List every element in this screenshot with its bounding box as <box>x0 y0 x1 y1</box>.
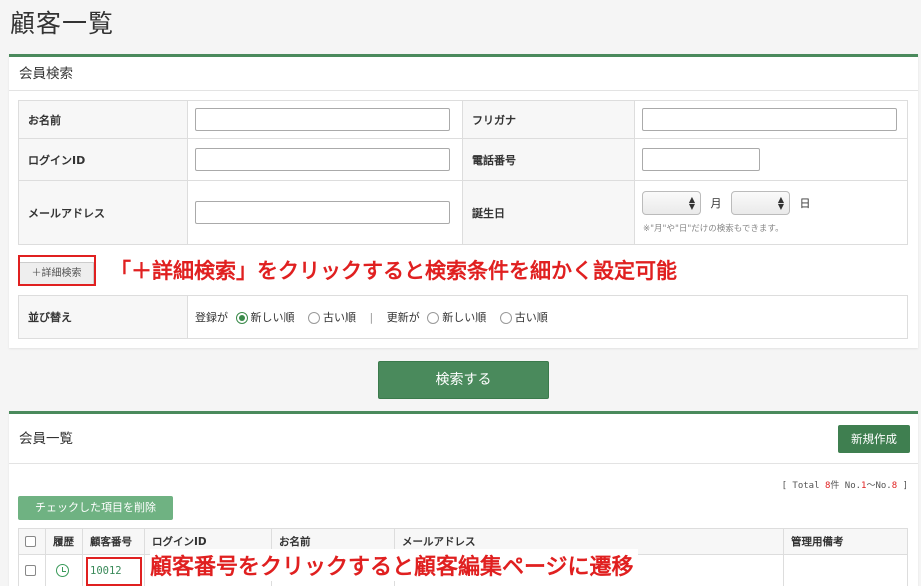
sort-updated-newest-radio[interactable] <box>427 312 440 324</box>
birthday-day-select[interactable]: ▲ ▼ <box>731 191 790 215</box>
member-search-panel: 会員検索 お名前 フリガナ ログインID 電話番号 メールアドレス 誕生日 ▲ ▼… <box>9 54 918 348</box>
delete-checked-button[interactable]: チェックした項目を削除 <box>18 496 173 520</box>
col-customer-number: 顧客番号 <box>82 528 145 555</box>
furigana-label: フリガナ <box>462 100 635 139</box>
sort-label: 並び替え <box>18 295 188 339</box>
member-list-header: 会員一覧 <box>9 414 918 464</box>
chevron-updown-icon: ▲ ▼ <box>688 195 695 211</box>
customer-number-annotation: 顧客番号をクリックすると顧客編集ページに遷移 <box>150 549 638 581</box>
email-input[interactable] <box>195 201 450 224</box>
select-all-cell <box>18 528 46 555</box>
history-clock-icon[interactable] <box>56 564 69 577</box>
sort-updated-label: 更新が <box>386 311 420 324</box>
login-id-label: ログインID <box>18 138 188 181</box>
sort-registered-oldest-radio[interactable] <box>308 312 320 324</box>
search-form-table: お名前 フリガナ ログインID 電話番号 メールアドレス 誕生日 ▲ ▼ 月 ▲ ▼… <box>18 100 908 245</box>
furigana-input[interactable] <box>642 108 897 131</box>
sort-updated-oldest-label: 古い順 <box>514 311 548 324</box>
email-label: メールアドレス <box>18 180 188 245</box>
phone-input[interactable] <box>642 148 760 171</box>
col-admin-notes: 管理用備考 <box>783 528 908 555</box>
sort-updated-oldest-radio[interactable] <box>499 312 512 324</box>
name-input[interactable] <box>195 108 450 131</box>
sort-registered-label: 登録が <box>195 311 228 324</box>
login-id-input[interactable] <box>195 148 450 171</box>
select-all-checkbox[interactable] <box>25 536 36 547</box>
chevron-updown-icon: ▲ ▼ <box>777 195 784 211</box>
sort-registered-oldest-label: 古い順 <box>323 311 356 324</box>
advanced-search-annotation: 「＋詳細検索」をクリックすると検索条件を細かく設定可能 <box>110 259 677 283</box>
phone-label: 電話番号 <box>462 138 635 181</box>
sort-updated-newest-label: 新しい順 <box>442 311 487 324</box>
advanced-search-highlight <box>18 255 96 286</box>
day-unit: 日 <box>799 197 811 210</box>
sort-registered-newest-label: 新しい順 <box>250 311 295 324</box>
sort-divider: | <box>369 311 374 324</box>
customer-number-highlight <box>86 557 142 586</box>
page-title: 顧客一覧 <box>10 9 115 38</box>
sort-registered-newest-radio[interactable] <box>235 312 248 324</box>
new-customer-button[interactable]: 新規作成 <box>838 425 910 453</box>
sort-table: 並び替え 登録が 新しい順 古い順 | 更新が 新しい順 古い順 <box>18 295 908 339</box>
row-checkbox[interactable] <box>25 565 36 576</box>
birthday-month-select[interactable]: ▲ ▼ <box>642 191 701 215</box>
birthday-label: 誕生日 <box>462 180 635 245</box>
birthday-note: ※"月"や"日"だけの検索もできます。 <box>643 224 784 234</box>
name-label: お名前 <box>18 100 188 139</box>
month-unit: 月 <box>710 197 722 210</box>
total-count: [ Total 8件 No.1〜No.8 ] <box>781 481 908 491</box>
col-history: 履歴 <box>45 528 83 555</box>
member-search-header: 会員検索 <box>9 57 918 91</box>
search-submit-button[interactable]: 検索する <box>378 361 549 399</box>
